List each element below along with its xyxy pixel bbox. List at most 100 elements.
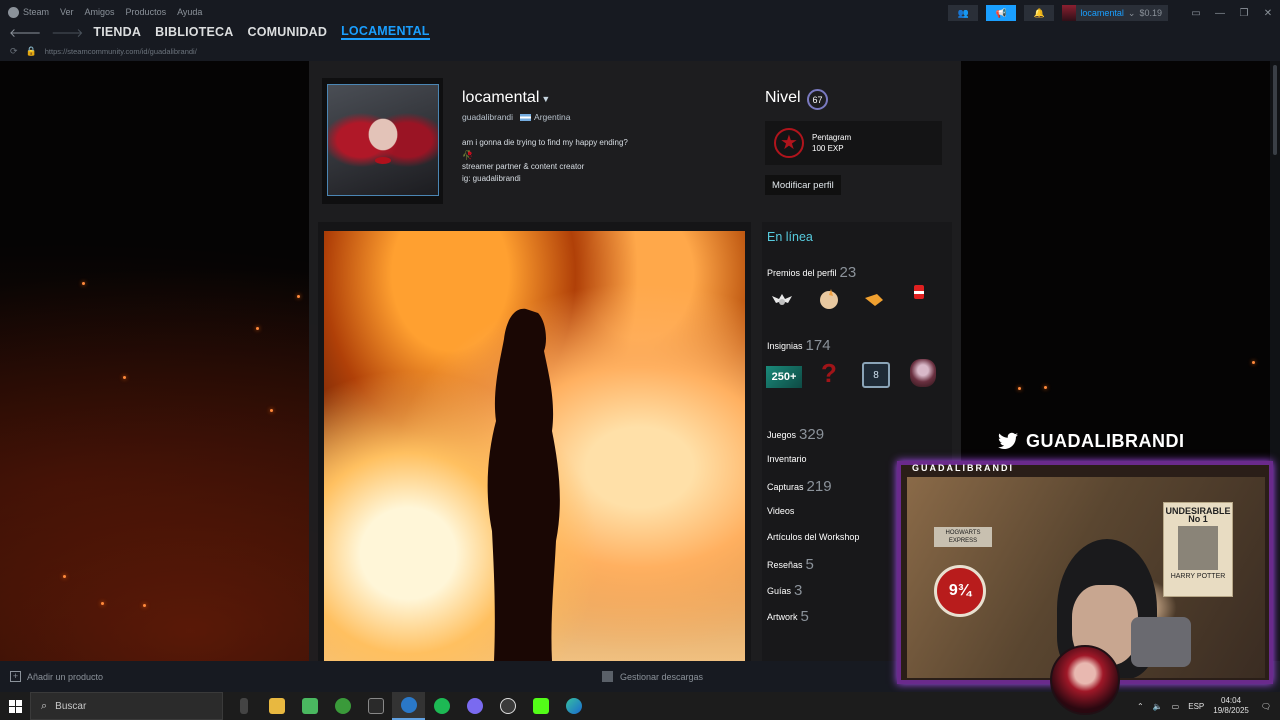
menu-steam[interactable]: Steam <box>23 7 49 17</box>
profile-subtitle: guadalibrandi Argentina <box>462 112 570 122</box>
twitter-bird-icon <box>998 432 1018 449</box>
bio-line: ig: guadalibrandi <box>462 174 521 183</box>
network-icon[interactable]: ▭ <box>1172 702 1180 711</box>
artwork-link[interactable]: Artwork 5 <box>767 608 809 625</box>
back-arrow-icon[interactable]: 🡐 <box>9 25 41 40</box>
taskbar-xbox[interactable] <box>326 692 359 720</box>
discord-icon <box>466 698 483 714</box>
edit-profile-button[interactable]: Modificar perfil <box>765 175 841 195</box>
taskbar-spotify[interactable] <box>425 692 458 720</box>
nav-bar: 🡐 🡒 TIENDA BIBLIOTECA COMUNIDAD LOCAMENT… <box>0 22 1280 42</box>
taskbar-search[interactable]: ⌕ Buscar <box>30 692 223 720</box>
ember-particle <box>82 282 85 285</box>
profile-awards-link[interactable]: Premios del perfil 23 <box>767 264 856 281</box>
puzzle-icon <box>301 698 318 714</box>
minimize-icon[interactable]: — <box>1208 8 1232 19</box>
bell-icon: 🔔 <box>1033 7 1045 18</box>
menu-products[interactable]: Productos <box>126 7 167 17</box>
nav-community[interactable]: COMUNIDAD <box>248 25 328 39</box>
big-picture-icon[interactable]: ▭ <box>1184 8 1208 19</box>
nav-library[interactable]: BIBLIOTECA <box>155 25 233 39</box>
bio-line: streamer partner & content creator <box>462 162 585 171</box>
taskbar-app[interactable] <box>227 692 260 720</box>
workshop-link[interactable]: Artículos del Workshop <box>767 532 859 542</box>
badge-character-icon[interactable] <box>908 359 938 387</box>
online-status: En línea <box>767 230 813 244</box>
microphone <box>1131 617 1191 667</box>
ember-particle <box>123 376 126 379</box>
taskbar-kick[interactable] <box>524 692 557 720</box>
forward-arrow-icon[interactable]: 🡒 <box>51 25 83 40</box>
window-controls: ▭ — ❐ ✕ <box>1184 8 1280 19</box>
games-link[interactable]: Juegos 329 <box>767 426 824 443</box>
nav-store[interactable]: TIENDA <box>93 25 141 39</box>
plus-icon: + <box>10 671 21 682</box>
clock-date: 19/8/2025 <box>1213 706 1249 715</box>
screenshots-link[interactable]: Capturas 219 <box>767 478 832 495</box>
taskbar-explorer[interactable] <box>260 692 293 720</box>
url-text[interactable]: https://steamcommunity.com/id/guadalibra… <box>45 47 197 56</box>
ember-particle <box>1018 387 1021 390</box>
badges-link[interactable]: Insignias 174 <box>767 337 831 354</box>
taskbar-clock[interactable]: 04:04 19/8/2025 <box>1213 696 1249 716</box>
award-unicorn-icon[interactable] <box>814 286 844 312</box>
award-pill-icon[interactable] <box>904 280 934 306</box>
videos-link[interactable]: Videos <box>767 506 794 516</box>
award-hand-icon[interactable] <box>859 286 889 312</box>
manage-downloads-button[interactable]: Gestionar descargas <box>602 671 703 682</box>
level-label: Nivel <box>765 89 801 106</box>
reload-icon[interactable]: ⟳ <box>10 46 18 57</box>
menu-help[interactable]: Ayuda <box>177 7 202 17</box>
pentagram-icon: ★ <box>774 128 804 158</box>
taskbar-epic[interactable] <box>359 692 392 720</box>
add-product-button[interactable]: + Añadir un producto <box>10 671 103 682</box>
start-button[interactable] <box>0 692 30 720</box>
webcam-label: GUADALIBRANDI <box>912 463 1014 473</box>
friends-broadcast-button[interactable]: 👥 <box>948 5 979 21</box>
level-badge[interactable]: 67 <box>807 89 828 110</box>
taskbar-discord[interactable] <box>458 692 491 720</box>
featured-badge[interactable]: ★ Pentagram 100 EXP <box>765 121 942 165</box>
badge-question-icon[interactable]: ? <box>814 358 844 388</box>
url-bar: ⟳ 🔒 https://steamcommunity.com/id/guadal… <box>0 42 1280 60</box>
taskbar-steam[interactable] <box>392 692 425 720</box>
volume-icon[interactable]: 🔈 <box>1153 702 1163 711</box>
language-indicator[interactable]: ESP <box>1188 702 1204 711</box>
taskbar-app[interactable] <box>293 692 326 720</box>
nav-profile[interactable]: LOCAMENTAL <box>341 24 430 40</box>
edge-icon <box>565 698 582 714</box>
menu-friends[interactable]: Amigos <box>85 7 115 17</box>
badge-250-icon[interactable]: 250+ <box>766 364 802 390</box>
epic-games-icon <box>367 698 384 714</box>
menu-view[interactable]: Ver <box>60 7 74 17</box>
megaphone-icon: 📢 <box>995 7 1007 18</box>
profile-name[interactable]: locamental ▼ <box>462 89 550 107</box>
close-icon[interactable]: ✕ <box>1256 8 1280 19</box>
real-name: guadalibrandi <box>462 112 514 122</box>
platform-sign: 9¾ <box>934 565 986 617</box>
taskbar-edge[interactable] <box>557 692 590 720</box>
inventory-link[interactable]: Inventario <box>767 454 807 464</box>
guides-link[interactable]: Guías 3 <box>767 582 802 599</box>
reviews-link[interactable]: Reseñas 5 <box>767 556 814 573</box>
award-bat-icon[interactable] <box>767 286 797 312</box>
announcements-button[interactable]: 📢 <box>986 5 1017 21</box>
bio-line: am i gonna die trying to find my happy e… <box>462 138 628 147</box>
spotify-icon <box>433 698 450 714</box>
ember-particle <box>256 327 259 330</box>
account-menu[interactable]: locamental ⌄ $0.19 <box>1062 5 1168 21</box>
silhouette-image <box>487 308 560 661</box>
hogwarts-poster: HOGWARTS EXPRESS <box>934 527 992 547</box>
avatar-frame <box>322 78 443 204</box>
maximize-icon[interactable]: ❐ <box>1232 8 1256 19</box>
taskbar-obs[interactable] <box>491 692 524 720</box>
badge-xp: 100 EXP <box>812 144 844 153</box>
showcase-image[interactable] <box>324 231 745 661</box>
notification-center-icon[interactable]: 🗨 <box>1261 702 1271 711</box>
chevron-up-icon[interactable]: ⌃ <box>1137 702 1144 711</box>
badge-years-icon[interactable]: 8 <box>861 362 891 388</box>
search-icon: ⌕ <box>41 699 48 712</box>
scrollbar-thumb[interactable] <box>1273 65 1277 155</box>
notifications-button[interactable]: 🔔 <box>1024 5 1055 21</box>
rose-icon: 🥀 <box>462 150 474 160</box>
